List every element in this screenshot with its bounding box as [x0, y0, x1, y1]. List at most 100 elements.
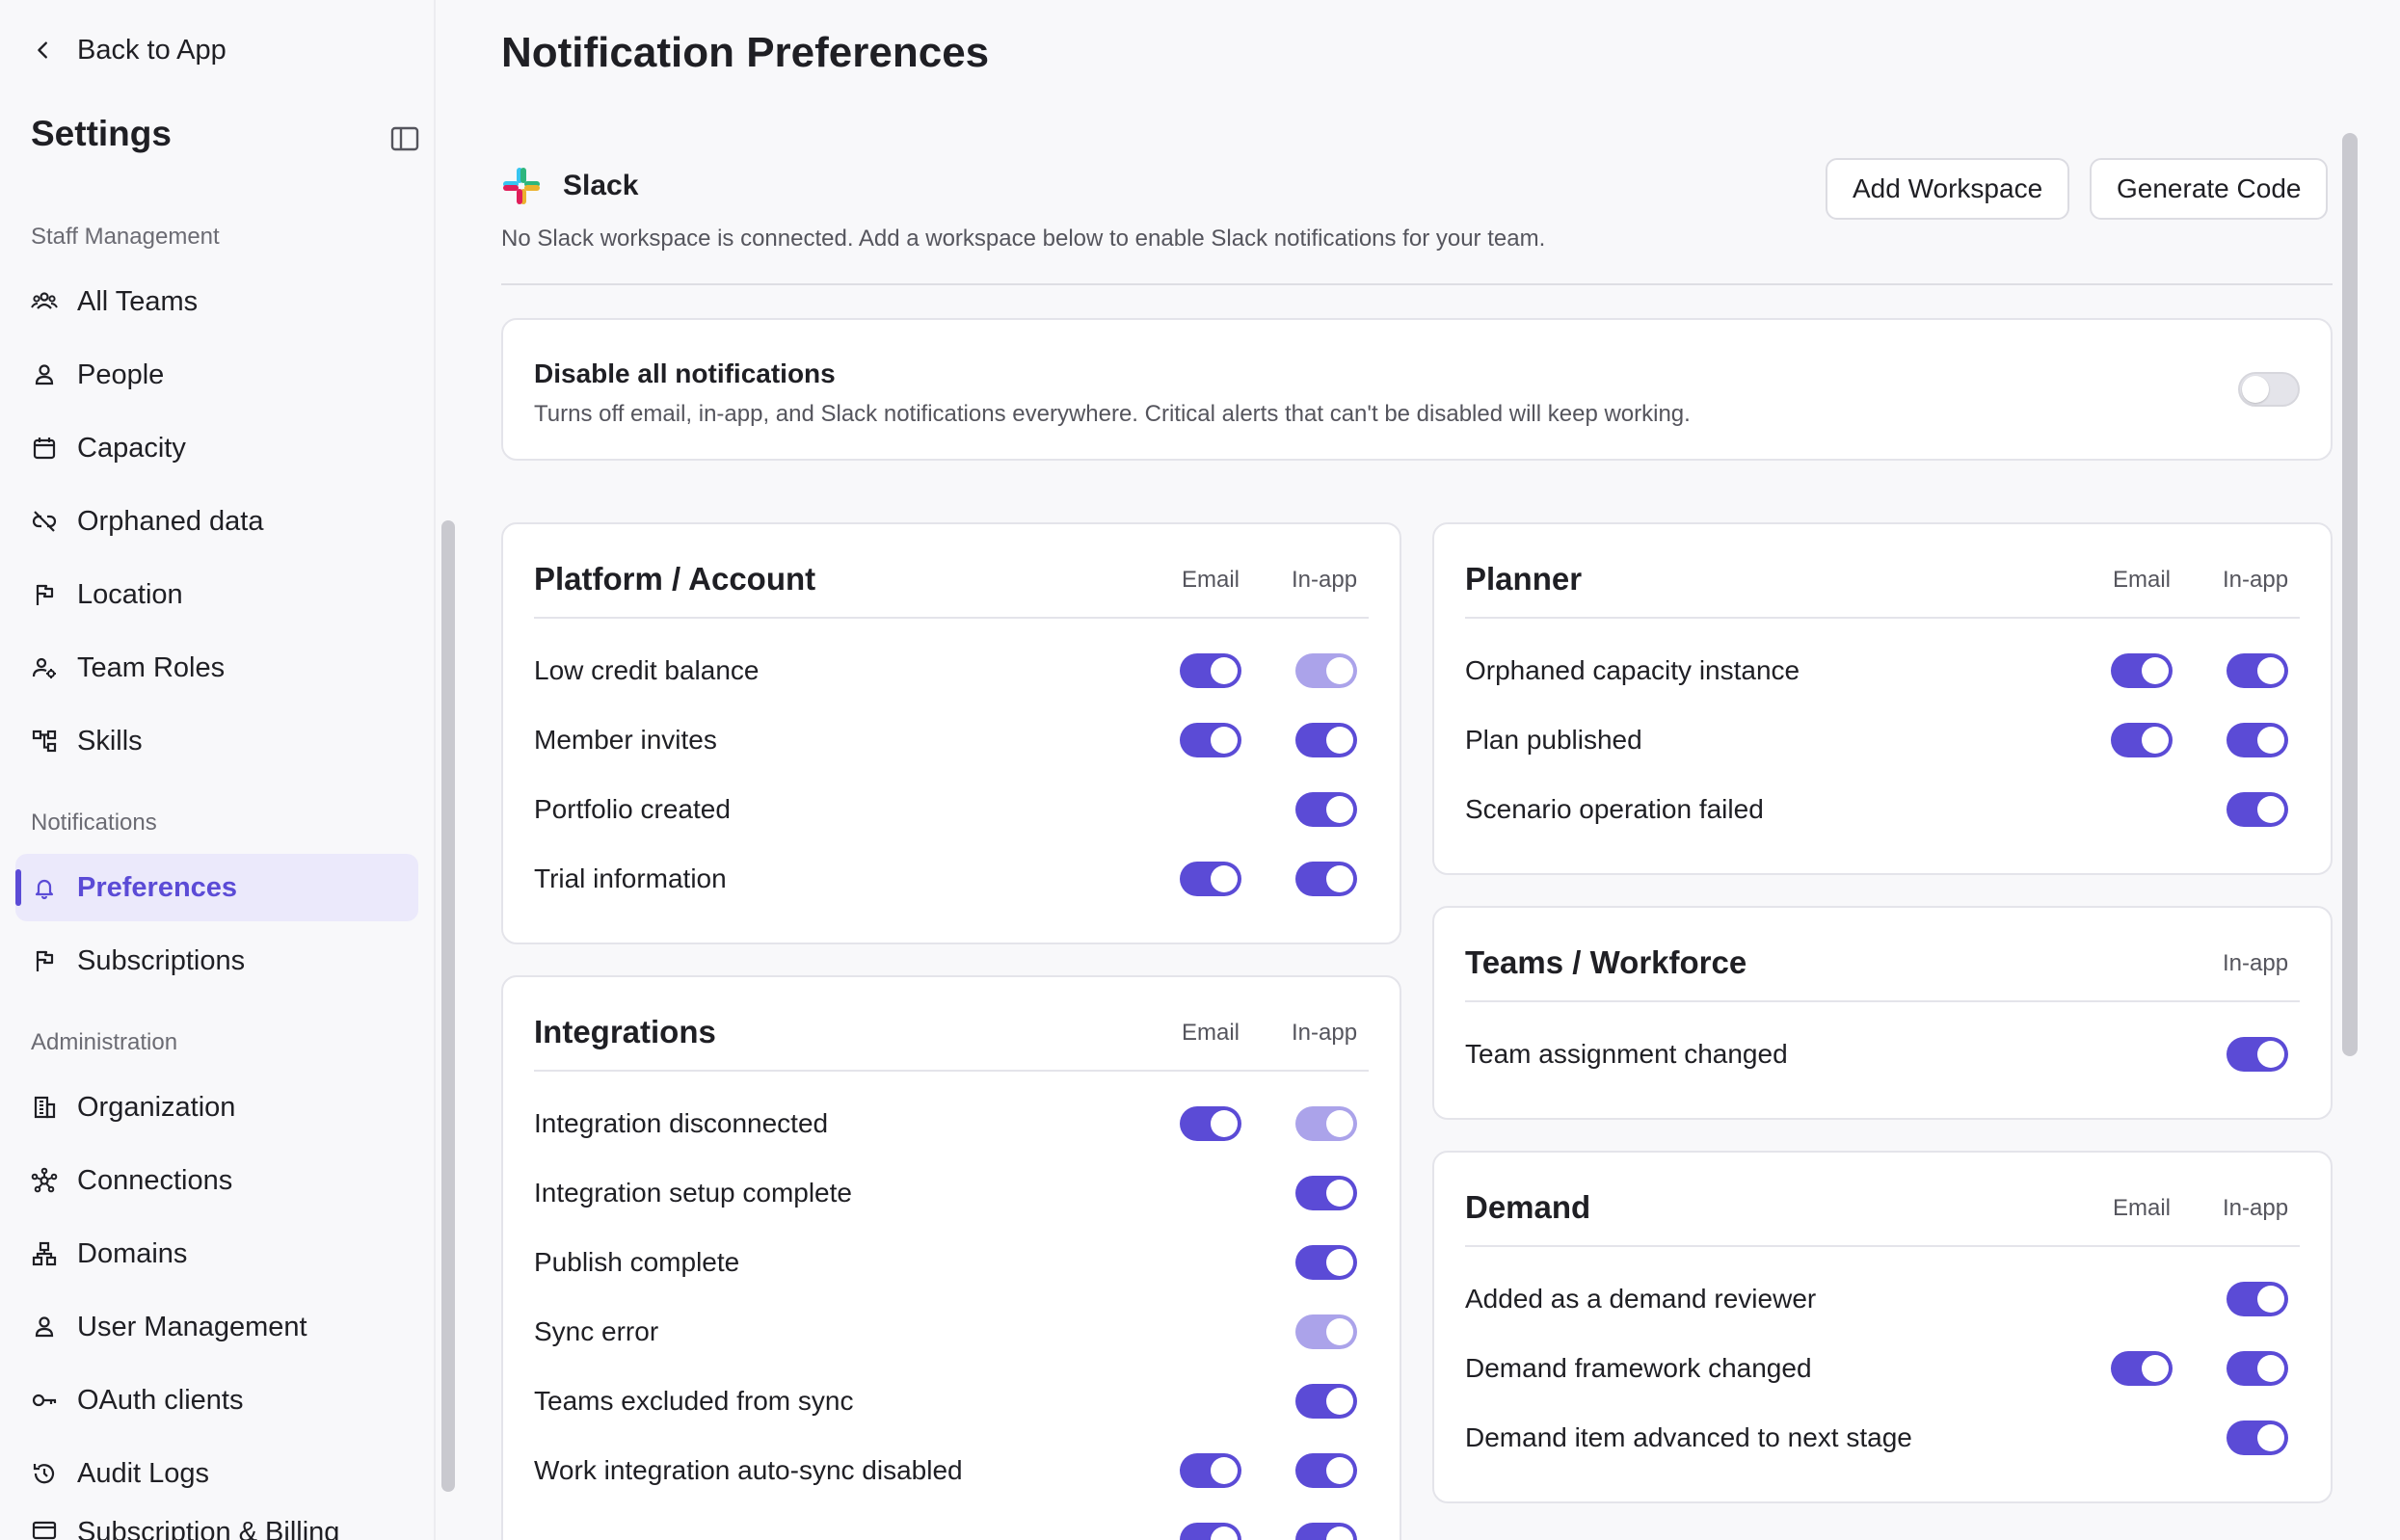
group-title: Integrations	[534, 1014, 716, 1049]
sidebar-item-label: Subscriptions	[77, 944, 246, 976]
group-title: Platform / Account	[534, 561, 816, 597]
group-card-planner: Planner Email In-app Orphaned capacity i…	[1432, 522, 2333, 875]
sidebar-item-team-roles[interactable]: Team Roles	[15, 634, 418, 702]
portfolio-created-inapp-toggle[interactable]	[1295, 792, 1357, 827]
back-to-app-link[interactable]: Back to App	[33, 29, 227, 71]
row-orphaned-capacity-instance: Orphaned capacity instance	[1465, 655, 1800, 685]
sidebar-scrollbar[interactable]	[441, 520, 455, 1492]
member-invites-email-toggle[interactable]	[1180, 723, 1241, 757]
flag-icon	[36, 950, 54, 971]
building-icon	[34, 1096, 56, 1119]
row-integration-disconnected: Integration disconnected	[534, 1108, 829, 1138]
sidebar-collapse-icon[interactable]	[389, 123, 420, 154]
sidebar-item-user-management[interactable]: User Management	[15, 1293, 418, 1361]
trial-information-email-toggle[interactable]	[1180, 862, 1241, 896]
row-teams-excluded-from-sync: Teams excluded from sync	[534, 1386, 854, 1416]
page-title: Notification Preferences	[501, 29, 990, 76]
sidebar-item-label: Domains	[77, 1237, 188, 1269]
sidebar-item-skills[interactable]: Skills	[15, 707, 418, 775]
row-plan-published: Plan published	[1465, 725, 1642, 755]
auto-sync-disabled-inapp-toggle[interactable]	[1295, 1453, 1357, 1488]
disable-all-title: Disable all notifications	[534, 358, 836, 388]
sidebar-item-label: User Management	[77, 1311, 307, 1342]
sidebar-item-preferences[interactable]: Preferences	[15, 854, 418, 921]
demand-framework-email-toggle[interactable]	[2111, 1351, 2173, 1386]
inapp-column-header: In-app	[1292, 567, 1358, 593]
disable-all-toggle[interactable]	[2238, 372, 2300, 407]
sidebar-item-oauth-clients[interactable]: OAuth clients	[15, 1367, 418, 1434]
auto-sync-disabled-email-toggle[interactable]	[1180, 1453, 1241, 1488]
publish-complete-inapp-toggle[interactable]	[1295, 1245, 1357, 1280]
sidebar-item-audit-logs[interactable]: Audit Logs	[15, 1440, 418, 1507]
trial-information-inapp-toggle[interactable]	[1295, 862, 1357, 896]
back-to-app-label: Back to App	[77, 34, 227, 66]
sidebar-item-label: Audit Logs	[77, 1457, 210, 1489]
low-credit-balance-email-toggle[interactable]	[1180, 653, 1241, 688]
inapp-column-header: In-app	[2223, 567, 2289, 593]
main-scrollbar[interactable]	[2342, 133, 2358, 1056]
key-icon	[32, 1394, 57, 1407]
sidebar-item-label: Capacity	[77, 432, 186, 464]
sidebar-item-label: All Teams	[77, 285, 199, 317]
sidebar-item-capacity[interactable]: Capacity	[15, 414, 418, 482]
sidebar-item-location[interactable]: Location	[15, 561, 418, 628]
sidebar-item-subscription-billing[interactable]: Subscription & Billing	[15, 1513, 418, 1540]
teams-excluded-inapp-toggle[interactable]	[1295, 1384, 1357, 1419]
add-workspace-button[interactable]: Add Workspace	[1826, 158, 2070, 220]
demand-reviewer-inapp-toggle[interactable]	[2227, 1282, 2288, 1316]
integration-disconnected-inapp-toggle-locked	[1295, 1106, 1357, 1141]
card-icon	[32, 1521, 57, 1540]
sidebar-item-connections[interactable]: Connections	[15, 1147, 418, 1214]
row-portfolio-created: Portfolio created	[534, 794, 731, 824]
low-credit-balance-inapp-toggle-locked	[1295, 653, 1357, 688]
sidebar-item-people[interactable]: People	[15, 341, 418, 409]
section-divider	[501, 283, 2333, 285]
plan-published-email-toggle[interactable]	[2111, 723, 2173, 757]
hierarchy-icon	[32, 730, 57, 753]
integration-setup-complete-inapp-toggle[interactable]	[1295, 1176, 1357, 1210]
sidebar-item-label: Preferences	[77, 871, 238, 903]
card-divider	[1465, 1245, 2300, 1247]
row-publish-complete: Publish complete	[534, 1247, 740, 1277]
person-icon	[35, 1316, 54, 1338]
integration-disconnected-email-toggle[interactable]	[1180, 1106, 1241, 1141]
team-assignment-changed-inapp-toggle[interactable]	[2227, 1037, 2288, 1072]
demand-item-advanced-inapp-toggle[interactable]	[2227, 1421, 2288, 1455]
email-column-header: Email	[1182, 1020, 1240, 1046]
sidebar-item-label: Skills	[77, 725, 143, 757]
generate-code-button[interactable]: Generate Code	[2090, 158, 2329, 220]
scenario-operation-failed-inapp-toggle[interactable]	[2227, 792, 2288, 827]
sidebar-item-orphaned-data[interactable]: Orphaned data	[15, 488, 418, 555]
sidebar-item-label: OAuth clients	[77, 1384, 244, 1416]
slack-header: Slack	[501, 166, 638, 206]
demand-framework-inapp-toggle[interactable]	[2227, 1351, 2288, 1386]
unlink-icon	[32, 511, 57, 532]
row-added-as-demand-reviewer: Added as a demand reviewer	[1465, 1284, 1817, 1314]
sitemap-icon	[32, 1241, 57, 1266]
group-card-demand: Demand Email In-app Added as a demand re…	[1432, 1151, 2333, 1503]
bell-icon	[35, 879, 54, 900]
card-divider	[534, 617, 1369, 619]
orphaned-capacity-inapp-toggle[interactable]	[2227, 653, 2288, 688]
orphaned-capacity-email-toggle[interactable]	[2111, 653, 2173, 688]
row-trial-information: Trial information	[534, 863, 727, 893]
next-row-email-toggle[interactable]	[1180, 1523, 1241, 1540]
person-icon	[35, 364, 54, 385]
row-sync-error: Sync error	[534, 1316, 659, 1346]
next-row-inapp-toggle[interactable]	[1295, 1523, 1357, 1540]
group-card-platform-account: Platform / Account Email In-app Low cred…	[501, 522, 1401, 944]
sidebar-item-domains[interactable]: Domains	[15, 1220, 418, 1288]
slack-title: Slack	[563, 170, 639, 201]
sidebar-item-organization[interactable]: Organization	[15, 1074, 418, 1141]
network-icon	[31, 1167, 58, 1193]
plan-published-inapp-toggle[interactable]	[2227, 723, 2288, 757]
row-demand-item-advanced: Demand item advanced to next stage	[1465, 1422, 1912, 1452]
sidebar-item-subscriptions[interactable]: Subscriptions	[15, 927, 418, 995]
sidebar-item-all-teams[interactable]: All Teams	[15, 268, 418, 335]
member-invites-inapp-toggle[interactable]	[1295, 723, 1357, 757]
sidebar-title: Settings	[31, 114, 172, 153]
group-title: Demand	[1465, 1189, 1591, 1225]
row-low-credit-balance: Low credit balance	[534, 655, 760, 685]
group-card-integrations: Integrations Email In-app Integration di…	[501, 975, 1401, 1540]
email-column-header: Email	[2113, 1195, 2172, 1221]
